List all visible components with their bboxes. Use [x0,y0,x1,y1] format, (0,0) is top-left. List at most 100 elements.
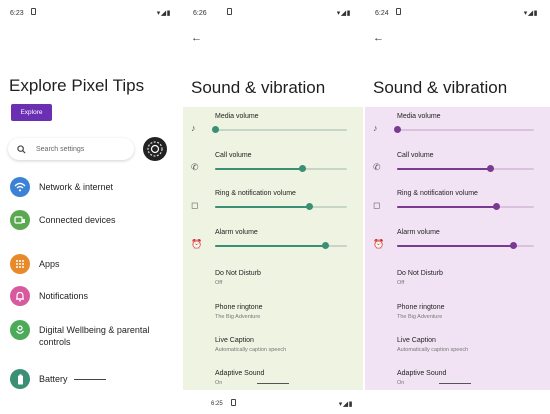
page-title: Sound & vibration [191,78,326,97]
slider-knob[interactable] [492,203,500,210]
setting-value: Off [215,280,223,286]
slider-knob[interactable] [299,165,307,172]
slider-fill [215,206,309,208]
settings-item-label: Connected devices [39,215,116,225]
music-note-icon: ♪ [191,123,196,133]
settings-item-label: Notifications [39,291,89,301]
setting-label: Phone ringtone [397,304,445,311]
slider-label: Call volume [397,152,434,159]
slider-label: Ring & notification volume [397,190,478,197]
apps-icon [10,254,30,274]
slider-knob[interactable] [305,203,313,210]
avatar[interactable] [143,137,167,161]
alarm-volume-slider[interactable] [397,242,534,250]
settings-home-screen: 6:23 ▾◢▮ Explore Pixel Tips Explore Sear… [0,0,183,390]
slider-fill [215,245,325,247]
slider-track [215,129,347,131]
wellbeing-icon [10,320,30,340]
setting-label: Adaptive Sound [397,370,447,377]
wifi-icon [10,177,30,197]
setting-label: Live Caption [215,337,254,344]
status-time: 6:26 [193,10,207,17]
settings-item-network[interactable]: Network & internet [10,177,113,197]
status-time: 6:25 [211,401,223,407]
setting-value: On [215,380,223,386]
back-arrow-icon[interactable]: ← [191,32,202,44]
search-input[interactable]: Search settings [8,138,134,160]
slider-knob[interactable] [510,242,518,249]
call-volume-slider[interactable] [215,165,347,173]
status-time: 6:23 [10,10,24,17]
setting-label: Live Caption [397,337,436,344]
setting-label: Do Not Disturb [397,270,443,277]
setting-value: The Big Adventure [215,314,261,320]
slider-fill [215,168,303,170]
bottom-status-bar: 6:25 ▾◢▮ [183,392,363,414]
settings-item-label: Network & internet [39,182,114,192]
media-volume-slider[interactable] [212,126,347,134]
slider-track [397,129,534,131]
back-arrow-icon[interactable]: ← [373,32,384,44]
slider-label: Call volume [215,152,252,159]
alarm-volume-slider[interactable] [215,242,347,250]
setting-value: Automatically caption speech [397,347,469,353]
alarm-icon: ⏰ [373,239,385,249]
slider-fill [397,206,496,208]
status-bar: 6:23 ▾◢▮ [0,0,183,26]
phone-icon: ✆ [373,162,381,172]
sim-icon [231,399,236,406]
media-volume-slider[interactable] [394,126,534,134]
slider-label: Alarm volume [215,229,258,236]
avatar-pattern-icon [147,141,163,157]
slider-knob[interactable] [212,126,219,133]
battery-level-line [73,379,106,381]
search-placeholder: Search settings [36,145,85,153]
setting-value: Off [397,280,405,286]
bell-icon: ◻ [191,200,199,210]
sound-vibration-screen-purple: 6:24 ▾◢▮ ← Sound & vibration ♪ Media vol… [365,0,550,390]
status-icons: ▾◢▮ [156,10,171,17]
settings-item-label: Battery [39,374,68,384]
settings-item-label: Apps [39,259,60,269]
setting-value: On [397,380,405,386]
phone-icon: ✆ [191,162,199,172]
home-indicator[interactable] [439,382,471,384]
status-icons: ▾◢▮ [523,10,538,17]
ring-volume-slider[interactable] [215,203,347,211]
status-bar: 6:24 ▾◢▮ [365,0,550,26]
setting-label: Adaptive Sound [215,370,265,377]
settings-item-battery-row: Battery [39,373,106,385]
settings-item-connected-devices[interactable]: Connected devices [10,210,116,230]
alarm-icon: ⏰ [191,239,203,249]
slider-fill [397,245,514,247]
slider-knob[interactable] [394,126,401,133]
slider-knob[interactable] [321,242,329,249]
bell-icon [10,286,30,306]
settings-item-notifications[interactable]: Notifications [10,286,88,306]
music-note-icon: ♪ [373,123,378,133]
setting-label: Phone ringtone [215,304,263,311]
settings-item-battery[interactable]: Battery [10,369,106,389]
status-icons: ▾◢▮ [338,401,353,408]
slider-fill [397,168,491,170]
sim-icon [227,8,232,15]
slider-label: Media volume [397,113,441,120]
setting-value: Automatically caption speech [215,347,287,353]
page-title: Sound & vibration [373,78,508,97]
slider-label: Media volume [215,113,259,120]
explore-button[interactable]: Explore [11,104,52,121]
ring-volume-slider[interactable] [397,203,534,211]
call-volume-slider[interactable] [397,165,534,173]
sim-icon [31,8,36,15]
settings-panel: ♪ Media volume ✆ Call volume ◻ Ring & no… [365,107,550,390]
settings-item-apps[interactable]: Apps [10,254,60,274]
status-icons: ▾◢▮ [336,10,351,17]
slider-label: Alarm volume [397,229,440,236]
slider-knob[interactable] [487,165,495,172]
sound-vibration-screen-green: 6:26 ▾◢▮ ← Sound & vibration ♪ Media vol… [183,0,363,390]
settings-item-digital-wellbeing[interactable]: Digital Wellbeing & parental controls [10,320,159,348]
devices-icon [10,210,30,230]
home-indicator[interactable] [257,382,289,384]
setting-label: Do Not Disturb [215,270,261,277]
status-bar: 6:26 ▾◢▮ [183,0,363,26]
